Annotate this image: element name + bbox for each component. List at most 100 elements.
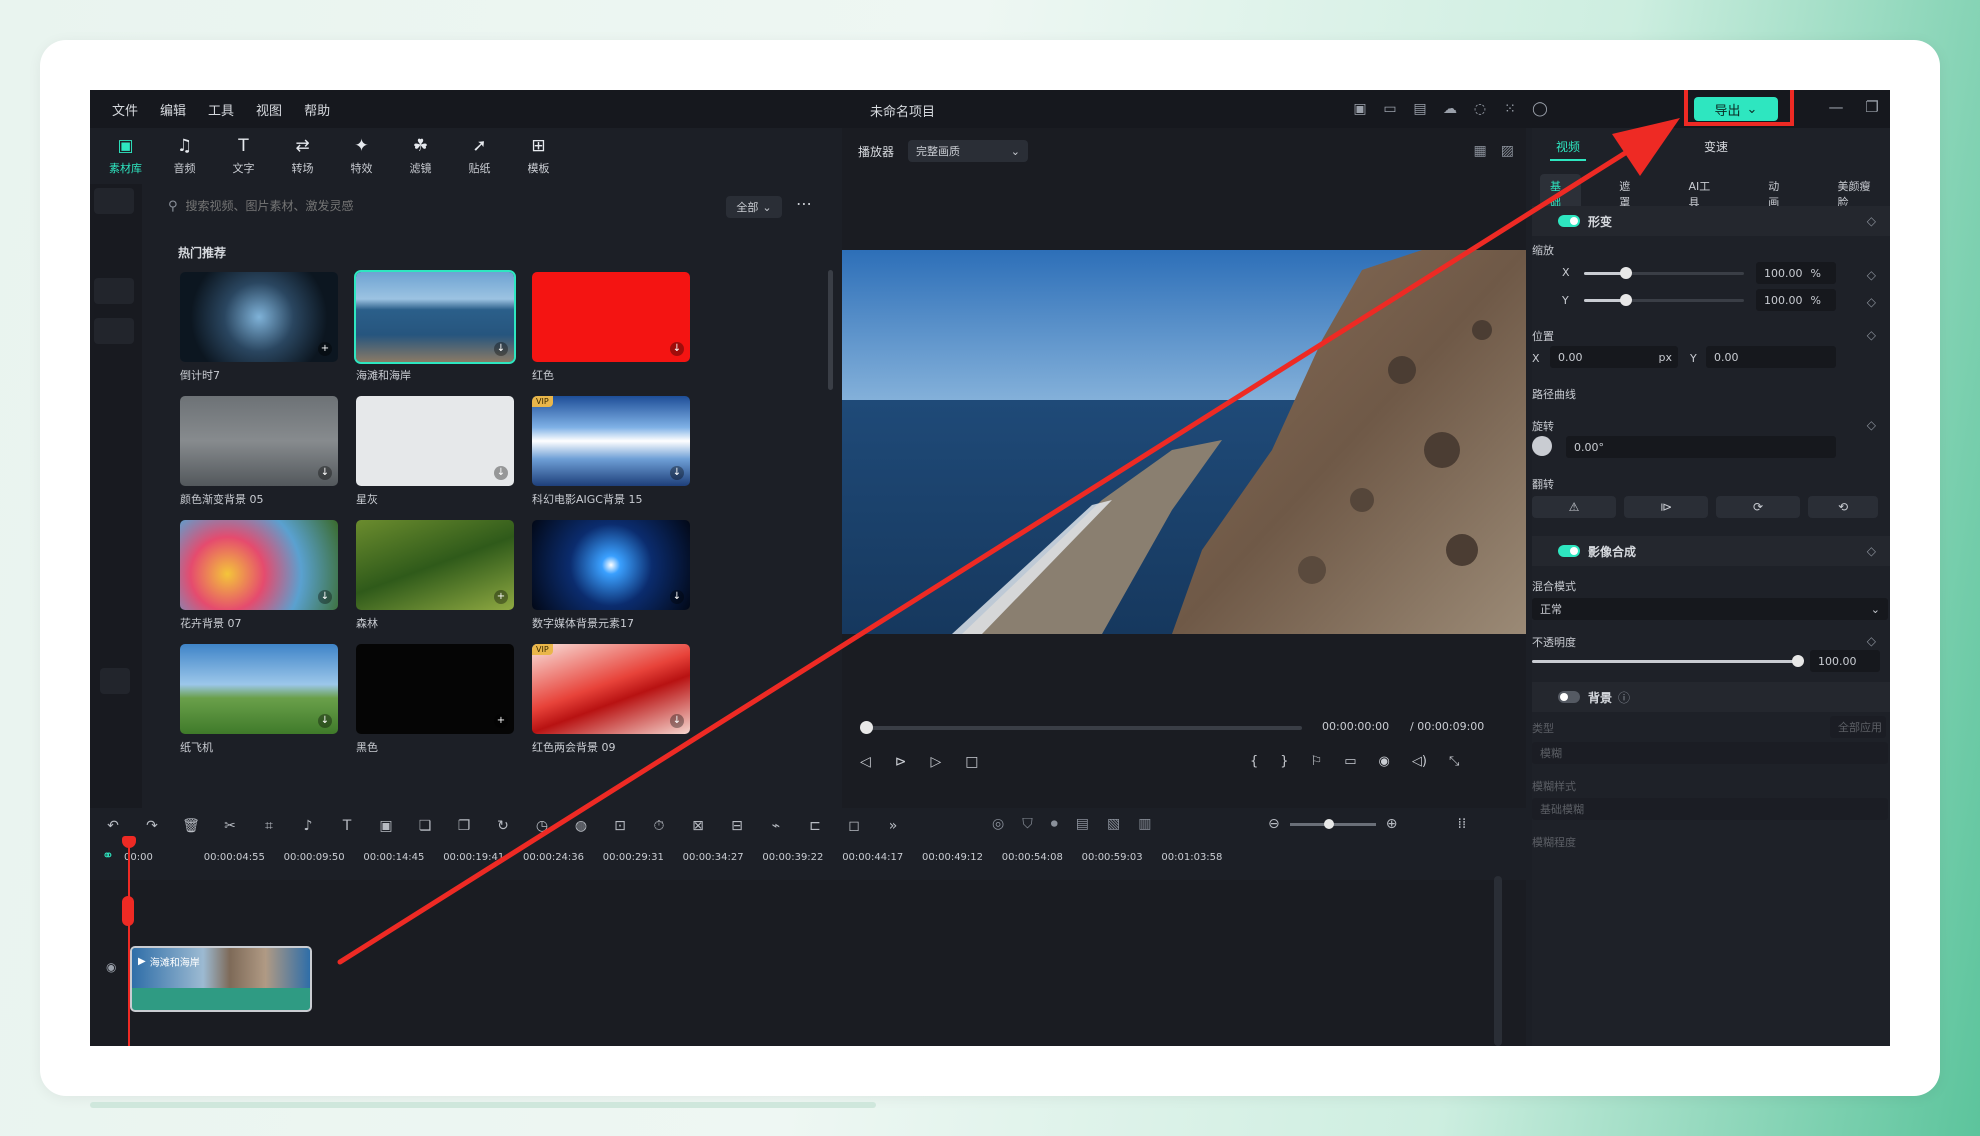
headset-icon[interactable]: ◌ xyxy=(1470,99,1490,119)
tab-color[interactable]: 颜色 xyxy=(1624,134,1660,161)
scale-x-slider[interactable] xyxy=(1584,272,1744,275)
render-icon[interactable]: ◎ xyxy=(992,816,1004,832)
asset-card[interactable]: ↓ 数字媒体背景元素17 xyxy=(532,520,690,630)
tool-effects[interactable]: ✦ 特效 xyxy=(332,128,391,184)
tool-icon[interactable]: ❏ xyxy=(414,818,436,834)
redo-icon[interactable]: ↷ xyxy=(141,818,163,834)
tool-icon[interactable]: ▣ xyxy=(375,818,397,834)
minimize-icon[interactable]: — xyxy=(1826,98,1846,116)
feedback-icon[interactable]: ▣ xyxy=(1350,99,1370,119)
asset-card[interactable]: ↓ 星灰 xyxy=(356,396,514,506)
opacity-handle[interactable] xyxy=(1792,655,1804,667)
asset-card[interactable]: VIP ↓ 科幻电影AIGC背景 15 xyxy=(532,396,690,506)
video-clip[interactable]: ▶ 海滩和海岸 xyxy=(130,946,312,1012)
bg-style-dropdown[interactable]: 基础模糊 xyxy=(1532,798,1888,820)
stop-icon[interactable]: □ xyxy=(965,754,978,770)
help-icon[interactable]: ⓘ xyxy=(1618,689,1630,706)
link-icon[interactable]: ⚭ xyxy=(102,848,114,864)
asset-card[interactable]: ↓ 花卉背景 07 xyxy=(180,520,338,630)
asset-card[interactable]: ↓ 海滩和海岸 xyxy=(354,270,516,382)
more-icon[interactable]: » xyxy=(882,818,904,834)
keyframe-icon[interactable]: ◇ xyxy=(1867,295,1876,309)
compositing-toggle[interactable] xyxy=(1558,545,1580,557)
tab-speed[interactable]: 变速 xyxy=(1698,134,1734,161)
tool-template[interactable]: ⊞ 模板 xyxy=(509,128,568,184)
save-icon[interactable]: ▤ xyxy=(1410,99,1430,119)
opacity-field[interactable]: 100.00 xyxy=(1810,650,1880,672)
flip-horizontal-button[interactable]: ⧐ xyxy=(1624,496,1708,518)
undo-icon[interactable]: ↶ xyxy=(102,818,124,834)
speed-icon[interactable]: ◷ xyxy=(531,818,553,834)
apply-all-button[interactable]: 全部应用 xyxy=(1830,716,1886,738)
tool-icon[interactable]: ◻ xyxy=(843,818,865,834)
timer-icon[interactable]: ⏱ xyxy=(648,818,670,834)
blend-mode-dropdown[interactable]: 正常 ⌄ xyxy=(1532,598,1888,620)
side-nav-item[interactable] xyxy=(94,318,134,344)
timeline-scrollbar[interactable] xyxy=(1494,876,1502,1046)
grid-icon[interactable]: ⁞⁞ xyxy=(1457,816,1466,832)
asset-card[interactable]: + 倒计时7 xyxy=(180,272,338,382)
playhead[interactable] xyxy=(128,844,130,1046)
tool-icon[interactable]: ⊡ xyxy=(609,818,631,834)
position-x-field[interactable]: 0.00 px xyxy=(1550,346,1678,368)
search-input[interactable] xyxy=(185,199,606,213)
filter-dropdown[interactable]: 全部 ⌄ xyxy=(726,196,782,218)
more-options-icon[interactable]: ⋯ xyxy=(796,194,812,213)
play-icon[interactable]: ▷ xyxy=(931,754,942,770)
zoom-out-icon[interactable]: ⊖ xyxy=(1268,816,1280,832)
download-icon[interactable]: ↓ xyxy=(670,590,684,604)
scale-y-handle[interactable] xyxy=(1620,294,1632,306)
tool-media-library[interactable]: ▣ 素材库 xyxy=(96,128,155,184)
keyframe-icon[interactable]: ◇ xyxy=(1867,214,1876,228)
download-icon[interactable]: ↓ xyxy=(318,714,332,728)
tool-icon[interactable]: ❐ xyxy=(453,818,475,834)
cloud-icon[interactable]: ☁ xyxy=(1440,99,1460,119)
tool-icon[interactable]: ⊏ xyxy=(804,818,826,834)
snapshot-icon[interactable]: ▨ xyxy=(1501,143,1514,159)
menu-help[interactable]: 帮助 xyxy=(304,100,330,119)
add-icon[interactable]: + xyxy=(494,590,508,604)
rotate-right-button[interactable]: ⟳ xyxy=(1716,496,1800,518)
compositing-section[interactable]: 影像合成 ◇ xyxy=(1532,536,1890,566)
grid-view-icon[interactable]: ▦ xyxy=(1474,143,1487,159)
mark-in-icon[interactable]: { xyxy=(1250,754,1258,769)
display-icon[interactable]: ▭ xyxy=(1344,754,1356,769)
asset-card[interactable]: ↓ 颜色渐变背景 05 xyxy=(180,396,338,506)
background-toggle[interactable] xyxy=(1558,691,1580,703)
quality-dropdown[interactable]: 完整画质 ⌄ xyxy=(908,140,1029,162)
delete-icon[interactable]: 🗑 xyxy=(180,818,202,834)
rotate-dial[interactable] xyxy=(1532,436,1552,456)
library-scrollbar[interactable] xyxy=(828,270,833,390)
download-icon[interactable]: ↓ xyxy=(318,590,332,604)
page-scrollbar[interactable] xyxy=(90,1102,876,1108)
timeline-ruler[interactable]: 00:00 00:00:04:55 00:00:09:50 00:00:14:45 00… xyxy=(90,844,1526,880)
side-nav-item[interactable] xyxy=(94,278,134,304)
zoom-slider[interactable] xyxy=(1289,818,1376,829)
scale-x-handle[interactable] xyxy=(1620,267,1632,279)
scale-x-field[interactable]: 100.00% xyxy=(1756,262,1836,284)
menu-view[interactable]: 视图 xyxy=(256,100,282,119)
tool-icon[interactable]: ⊟ xyxy=(726,818,748,834)
asset-card[interactable]: + 森林 xyxy=(356,520,514,630)
tool-icon[interactable]: ⊠ xyxy=(687,818,709,834)
tool-audio[interactable]: ♫ 音频 xyxy=(155,128,214,184)
playhead-marker[interactable] xyxy=(122,896,134,926)
add-icon[interactable]: + xyxy=(494,714,508,728)
crop-icon[interactable]: ⌗ xyxy=(258,818,280,834)
marker-icon[interactable]: ⚐ xyxy=(1311,754,1323,769)
tool-transition[interactable]: ⇄ 转场 xyxy=(273,128,332,184)
position-y-field[interactable]: 0.00 xyxy=(1706,346,1836,368)
keyframe-icon[interactable]: ◇ xyxy=(1867,544,1876,558)
tool-filter[interactable]: ☘ 滤镜 xyxy=(391,128,450,184)
text-icon[interactable]: T xyxy=(336,818,358,834)
tool-icon[interactable]: ⌁ xyxy=(765,818,787,834)
download-icon[interactable]: ↓ xyxy=(670,342,684,356)
playback-scrubber[interactable] xyxy=(866,726,1302,730)
keyframe-icon[interactable]: ◇ xyxy=(1867,634,1876,648)
asset-card[interactable]: + 黑色 xyxy=(356,644,514,754)
keyframe-icon[interactable]: ◇ xyxy=(1867,268,1876,282)
volume-icon[interactable]: ◁) xyxy=(1412,754,1427,769)
flip-vertical-button[interactable]: ⚠ xyxy=(1532,496,1616,518)
tool-icon[interactable]: ▤ xyxy=(1076,816,1089,832)
step-play-icon[interactable]: ⊳ xyxy=(895,754,907,770)
